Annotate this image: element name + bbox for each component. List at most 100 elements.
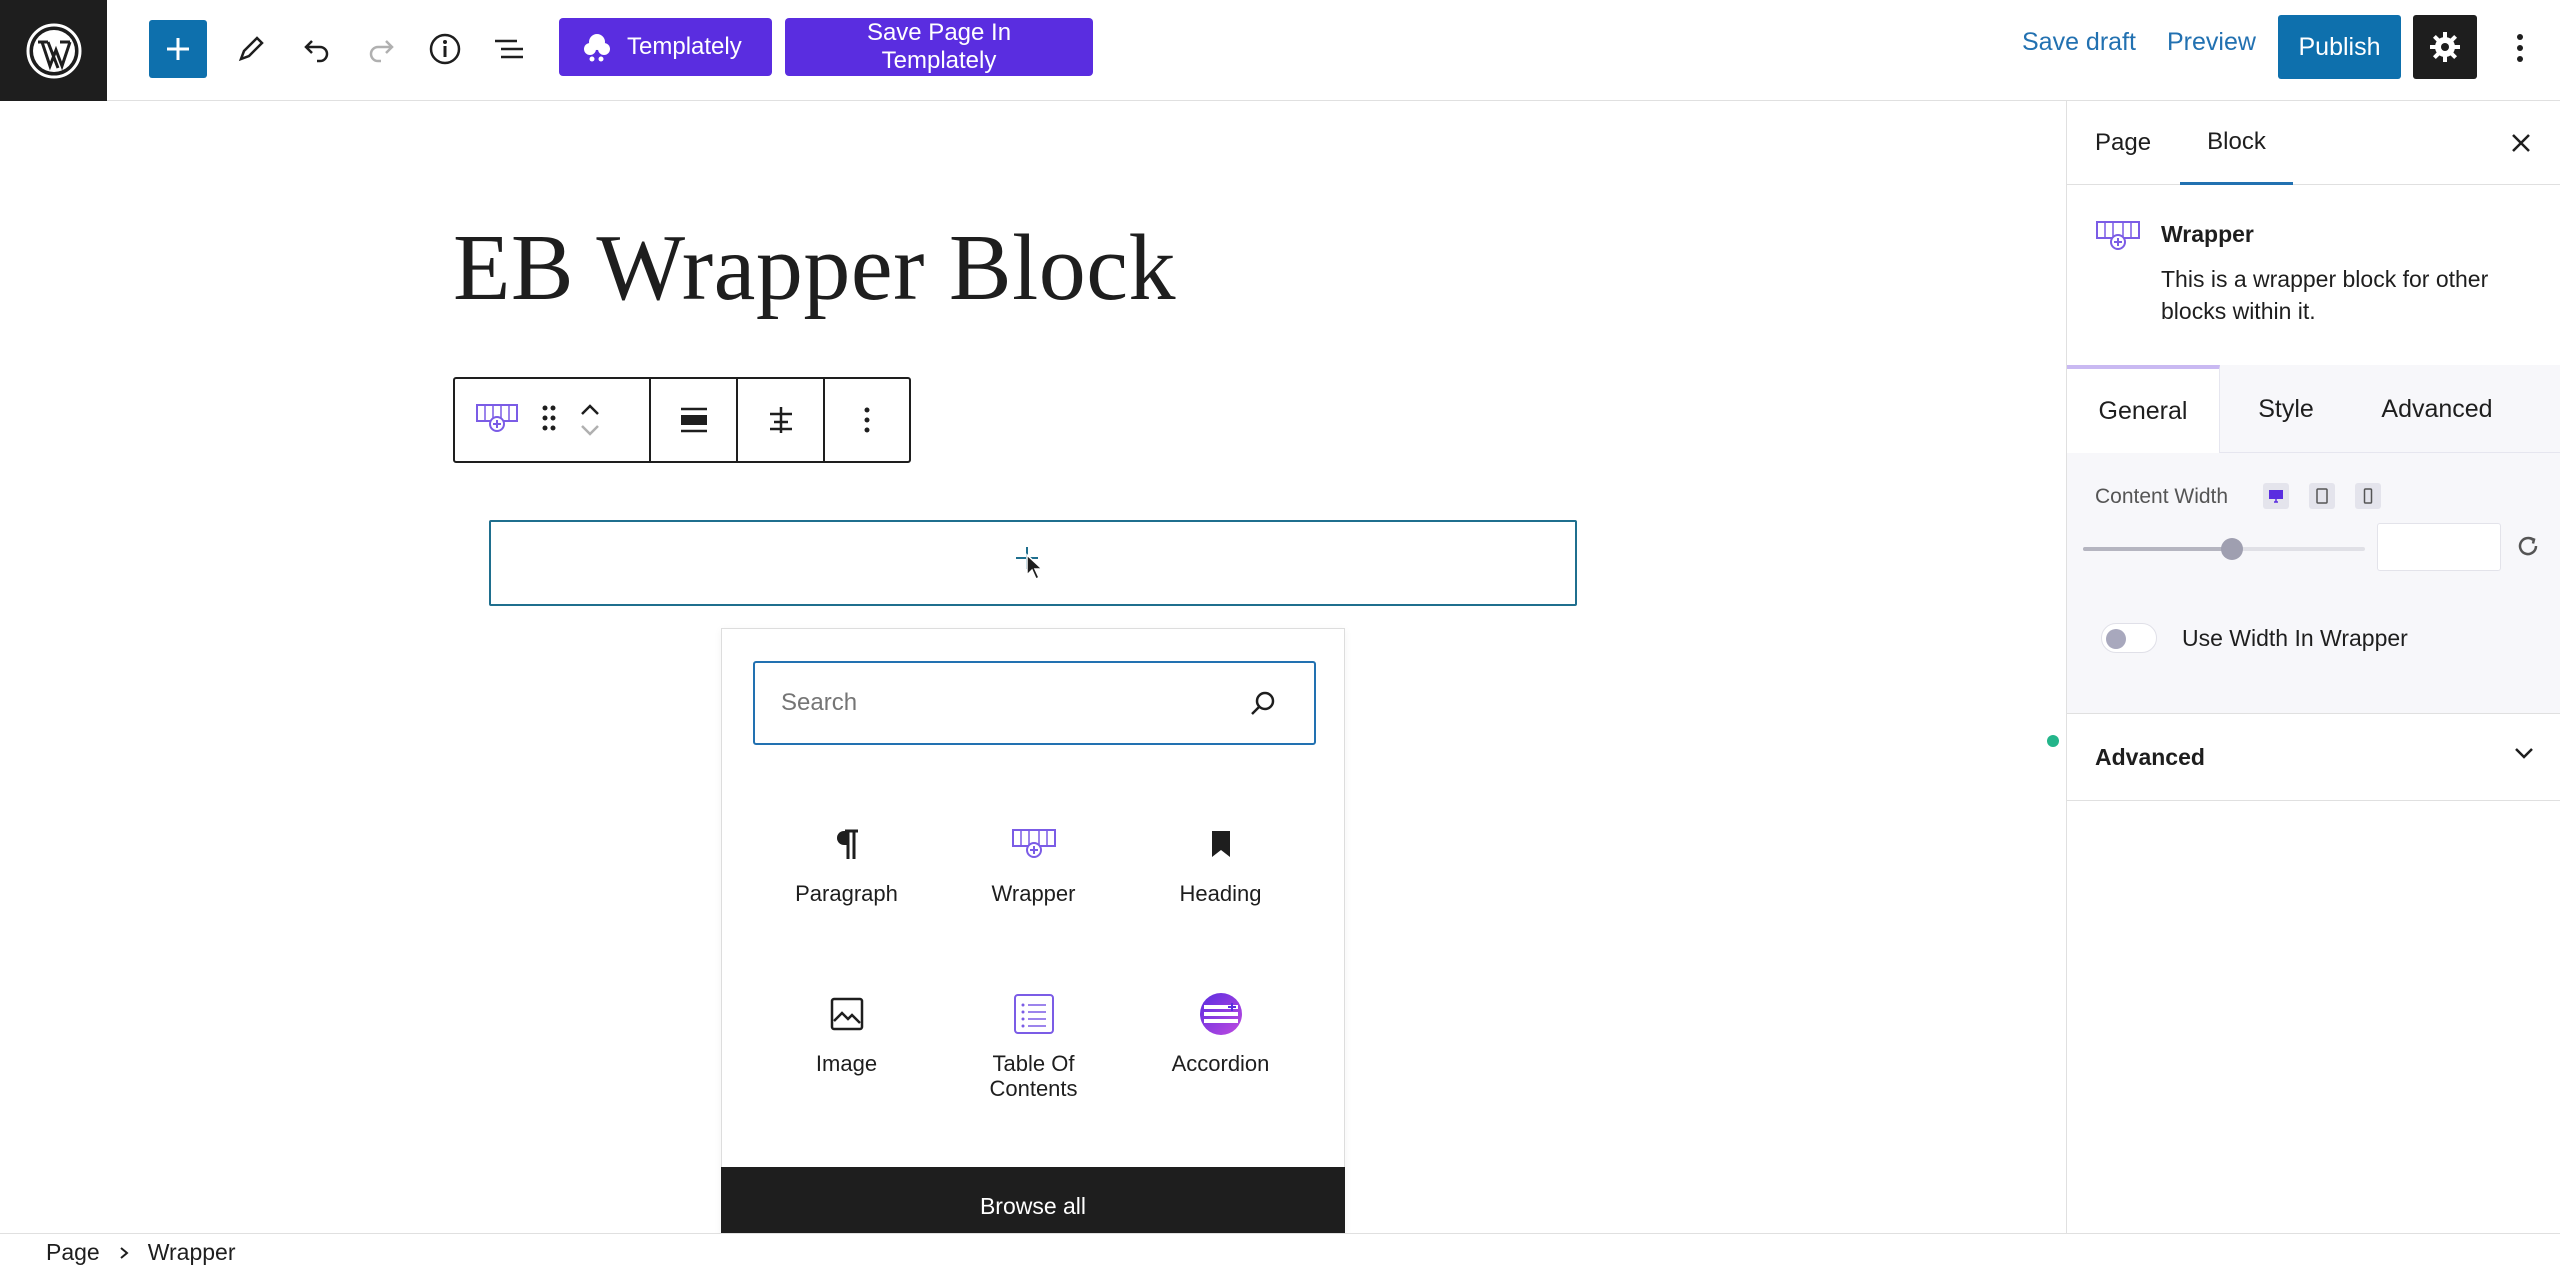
tab-style[interactable]: Style	[2220, 365, 2352, 453]
table-of-contents-icon	[1013, 989, 1055, 1039]
justify-center-icon	[769, 407, 792, 433]
drag-handle-icon[interactable]	[541, 404, 557, 437]
use-width-label: Use Width In Wrapper	[2182, 625, 2408, 651]
justify-button[interactable]	[738, 379, 825, 461]
advanced-section-toggle[interactable]: Advanced	[2067, 713, 2560, 801]
general-panel: Content Width Use Width In Wrapper	[2067, 453, 2560, 713]
block-item-label: Table Of Contents	[989, 1051, 1078, 1101]
wordpress-icon	[26, 23, 81, 78]
block-item-label: Paragraph	[795, 881, 898, 906]
block-search-input[interactable]	[781, 689, 1221, 717]
chevron-down-icon	[2513, 746, 2535, 765]
tablet-device-button[interactable]	[2309, 483, 2335, 509]
content-width-input[interactable]	[2377, 523, 2501, 571]
breadcrumb-item-wrapper[interactable]: Wrapper	[148, 1239, 236, 1266]
desktop-device-button[interactable]	[2263, 483, 2289, 509]
plus-icon	[167, 38, 189, 60]
block-item-label: Wrapper	[991, 881, 1076, 906]
sidebar-tabs: Page Block	[2067, 101, 2560, 185]
gear-icon	[2430, 32, 2460, 62]
options-menu-button[interactable]	[2500, 20, 2540, 76]
block-toolbar	[453, 377, 911, 463]
move-up-icon[interactable]	[579, 403, 601, 417]
details-button[interactable]	[416, 20, 474, 78]
pencil-icon	[238, 36, 264, 62]
quick-inserter-popover: Paragraph Wrapper Heading Image Table Of…	[721, 628, 1345, 1245]
wrapper-block-appender[interactable]	[489, 520, 1577, 606]
close-icon	[2512, 134, 2530, 152]
redo-icon	[369, 40, 394, 63]
block-item-wrapper[interactable]: Wrapper	[940, 819, 1127, 959]
tablet-icon	[2316, 488, 2328, 504]
templately-label: Templately	[627, 33, 742, 60]
block-search-field	[753, 661, 1316, 745]
info-icon	[429, 33, 461, 65]
block-item-label: Accordion	[1171, 1051, 1270, 1076]
list-view-button[interactable]	[480, 20, 538, 78]
close-sidebar-button[interactable]	[2505, 127, 2537, 159]
undo-button[interactable]	[288, 20, 346, 78]
tab-advanced[interactable]: Advanced	[2352, 365, 2522, 453]
block-item-image[interactable]: Image	[753, 989, 940, 1129]
redo-button[interactable]	[352, 20, 410, 78]
reset-icon[interactable]	[2515, 533, 2541, 564]
block-card: Wrapper This is a wrapper block for othe…	[2067, 185, 2560, 365]
undo-icon	[304, 40, 329, 63]
wrapper-block-icon	[2095, 219, 2141, 258]
more-vertical-icon	[864, 407, 870, 433]
tab-page[interactable]: Page	[2095, 101, 2151, 185]
paragraph-icon	[832, 819, 862, 869]
tab-block[interactable]: Block	[2180, 101, 2293, 185]
block-item-label: Image	[815, 1051, 878, 1076]
align-button[interactable]	[651, 379, 738, 461]
accordion-icon	[1198, 989, 1244, 1039]
block-card-title: Wrapper	[2161, 221, 2254, 247]
publish-button[interactable]: Publish	[2278, 15, 2401, 79]
page-title[interactable]: EB Wrapper Block	[453, 214, 1176, 322]
breadcrumb-item-page[interactable]: Page	[46, 1239, 100, 1266]
search-icon	[1248, 689, 1278, 726]
block-card-description: This is a wrapper block for other blocks…	[2161, 266, 2489, 324]
block-types-grid: Paragraph Wrapper Heading Image Table Of…	[753, 819, 1316, 1129]
save-draft-button[interactable]: Save draft	[2022, 28, 2136, 57]
preview-button[interactable]: Preview	[2167, 28, 2256, 57]
block-breadcrumb: Page Wrapper	[0, 1233, 2560, 1271]
move-down-icon[interactable]	[579, 423, 601, 437]
align-full-icon	[680, 407, 707, 433]
content-width-label: Content Width	[2095, 485, 2229, 508]
content-width-slider[interactable]	[2083, 538, 2365, 560]
block-toolbar-parent-group	[455, 379, 651, 461]
add-block-plus-icon[interactable]	[1013, 543, 1053, 583]
editor-header: Templately Save Page In Templately Save …	[0, 0, 2560, 101]
block-options-button[interactable]	[825, 379, 909, 461]
wrapper-icon	[1011, 819, 1057, 869]
block-mover	[579, 403, 601, 437]
advanced-section-title: Advanced	[2095, 744, 2205, 770]
mobile-icon	[2363, 488, 2373, 504]
block-item-label: Heading	[1179, 881, 1262, 906]
toggle-knob	[2106, 629, 2126, 649]
wordpress-logo-button[interactable]	[0, 0, 107, 101]
block-item-paragraph[interactable]: Paragraph	[753, 819, 940, 959]
block-item-accordion[interactable]: Accordion	[1127, 989, 1314, 1129]
settings-sidebar: Page Block Wrapper This is a wrapper blo…	[2066, 101, 2560, 1233]
chevron-right-icon	[118, 1245, 130, 1261]
status-dot	[2047, 735, 2059, 747]
more-vertical-icon	[2517, 34, 2523, 62]
tab-general[interactable]: General	[2067, 365, 2220, 453]
tools-button[interactable]	[222, 20, 280, 78]
block-inserter-toggle[interactable]	[149, 20, 207, 78]
templately-button[interactable]: Templately	[559, 18, 772, 76]
templately-logo-icon	[581, 32, 613, 62]
image-icon	[830, 989, 864, 1039]
block-item-table-of-contents[interactable]: Table Of Contents	[940, 989, 1127, 1129]
slider-thumb[interactable]	[2221, 538, 2243, 560]
heading-bookmark-icon	[1209, 819, 1233, 869]
slider-fill	[2083, 547, 2232, 551]
save-page-in-templately-button[interactable]: Save Page In Templately	[785, 18, 1093, 76]
block-item-heading[interactable]: Heading	[1127, 819, 1314, 959]
settings-button[interactable]	[2413, 15, 2477, 79]
mobile-device-button[interactable]	[2355, 483, 2381, 509]
wrapper-block-icon[interactable]	[475, 402, 519, 439]
use-width-toggle[interactable]	[2101, 623, 2157, 653]
